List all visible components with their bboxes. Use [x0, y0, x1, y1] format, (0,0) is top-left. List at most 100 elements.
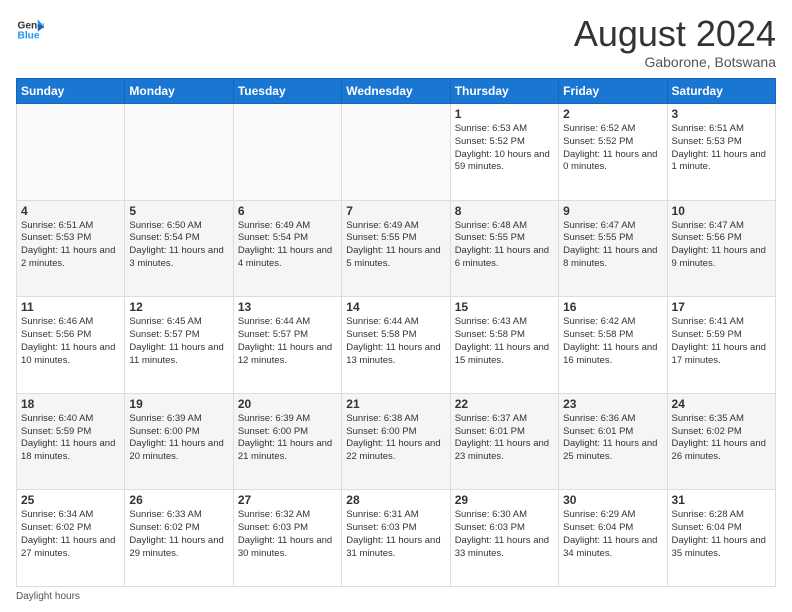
day-info: Sunrise: 6:49 AM Sunset: 5:55 PM Dayligh…: [346, 220, 445, 271]
day-info: Sunrise: 6:35 AM Sunset: 6:02 PM Dayligh…: [672, 413, 771, 464]
day-number: 5: [129, 204, 228, 218]
day-info: Sunrise: 6:30 AM Sunset: 6:03 PM Dayligh…: [455, 509, 554, 560]
calendar-cell: [233, 104, 341, 201]
day-info: Sunrise: 6:46 AM Sunset: 5:56 PM Dayligh…: [21, 316, 120, 367]
calendar-cell: 3 Sunrise: 6:51 AM Sunset: 5:53 PM Daylig…: [667, 104, 775, 201]
day-info: Sunrise: 6:40 AM Sunset: 5:59 PM Dayligh…: [21, 413, 120, 464]
day-info: Sunrise: 6:28 AM Sunset: 6:04 PM Dayligh…: [672, 509, 771, 560]
calendar-cell: 29Sunrise: 6:30 AM Sunset: 6:03 PM Dayli…: [450, 490, 558, 587]
day-number: 9: [563, 204, 662, 218]
day-number: 15: [455, 300, 554, 314]
day-info: Sunrise: 6:44 AM Sunset: 5:58 PM Dayligh…: [346, 316, 445, 367]
calendar-cell: 20 Sunrise: 6:39 AM Sunset: 6:00 PM Dayli…: [233, 393, 341, 490]
day-header-friday: Friday: [559, 79, 667, 104]
day-info: Sunrise: 6:47 AM Sunset: 5:55 PM Dayligh…: [563, 220, 662, 271]
day-info: Sunrise: 6:39 AM Sunset: 6:00 PM Dayligh…: [129, 413, 228, 464]
calendar-table: SundayMondayTuesdayWednesdayThursdayFrid…: [16, 78, 776, 587]
day-number: 3: [672, 107, 771, 121]
day-number: 4: [21, 204, 120, 218]
day-info: Sunrise: 6:51 AM Sunset: 5:53 PM Dayligh…: [672, 123, 771, 174]
day-info: Sunrise: 6:49 AM Sunset: 5:54 PM Dayligh…: [238, 220, 337, 271]
day-header-sunday: Sunday: [17, 79, 125, 104]
calendar-cell: 6 Sunrise: 6:49 AM Sunset: 5:54 PM Daylig…: [233, 200, 341, 297]
day-number: 8: [455, 204, 554, 218]
calendar-cell: 25 Sunrise: 6:34 AM Sunset: 6:02 PM Dayli…: [17, 490, 125, 587]
day-number: 21: [346, 397, 445, 411]
day-info: Sunrise: 6:52 AM Sunset: 5:52 PM Dayligh…: [563, 123, 662, 174]
calendar-cell: 11 Sunrise: 6:46 AM Sunset: 5:56 PM Dayli…: [17, 297, 125, 394]
day-number: 20: [238, 397, 337, 411]
day-info: Sunrise: 6:29 AM Sunset: 6:04 PM Dayligh…: [563, 509, 662, 560]
day-number: 19: [129, 397, 228, 411]
calendar-cell: 24 Sunrise: 6:35 AM Sunset: 6:02 PM Dayli…: [667, 393, 775, 490]
day-number: 1: [455, 107, 554, 121]
calendar-cell: 12 Sunrise: 6:45 AM Sunset: 5:57 PM Dayli…: [125, 297, 233, 394]
calendar-cell: 27Sunrise: 6:32 AM Sunset: 6:03 PM Dayli…: [233, 490, 341, 587]
calendar-cell: 10Sunrise: 6:47 AM Sunset: 5:56 PM Dayli…: [667, 200, 775, 297]
calendar-cell: 30 Sunrise: 6:29 AM Sunset: 6:04 PM Dayli…: [559, 490, 667, 587]
calendar-cell: 18 Sunrise: 6:40 AM Sunset: 5:59 PM Dayli…: [17, 393, 125, 490]
day-number: 16: [563, 300, 662, 314]
calendar-cell: [125, 104, 233, 201]
calendar-cell: 16 Sunrise: 6:42 AM Sunset: 5:58 PM Dayli…: [559, 297, 667, 394]
calendar-week-row: 1Sunrise: 6:53 AM Sunset: 5:52 PM Daylig…: [17, 104, 776, 201]
day-info: Sunrise: 6:42 AM Sunset: 5:58 PM Dayligh…: [563, 316, 662, 367]
calendar-cell: 4Sunrise: 6:51 AM Sunset: 5:53 PM Daylig…: [17, 200, 125, 297]
calendar-cell: 2 Sunrise: 6:52 AM Sunset: 5:52 PM Daylig…: [559, 104, 667, 201]
day-info: Sunrise: 6:39 AM Sunset: 6:00 PM Dayligh…: [238, 413, 337, 464]
calendar-cell: 13 Sunrise: 6:44 AM Sunset: 5:57 PM Dayli…: [233, 297, 341, 394]
day-info: Sunrise: 6:38 AM Sunset: 6:00 PM Dayligh…: [346, 413, 445, 464]
day-number: 6: [238, 204, 337, 218]
day-info: Sunrise: 6:45 AM Sunset: 5:57 PM Dayligh…: [129, 316, 228, 367]
day-number: 30: [563, 493, 662, 507]
calendar-cell: 28Sunrise: 6:31 AM Sunset: 6:03 PM Dayli…: [342, 490, 450, 587]
calendar-cell: 19 Sunrise: 6:39 AM Sunset: 6:00 PM Dayli…: [125, 393, 233, 490]
calendar-week-row: 4Sunrise: 6:51 AM Sunset: 5:53 PM Daylig…: [17, 200, 776, 297]
day-number: 13: [238, 300, 337, 314]
day-info: Sunrise: 6:43 AM Sunset: 5:58 PM Dayligh…: [455, 316, 554, 367]
day-number: 12: [129, 300, 228, 314]
calendar-cell: 23Sunrise: 6:36 AM Sunset: 6:01 PM Dayli…: [559, 393, 667, 490]
day-number: 14: [346, 300, 445, 314]
day-header-saturday: Saturday: [667, 79, 775, 104]
calendar-cell: 21 Sunrise: 6:38 AM Sunset: 6:00 PM Dayli…: [342, 393, 450, 490]
day-header-wednesday: Wednesday: [342, 79, 450, 104]
calendar-cell: 7 Sunrise: 6:49 AM Sunset: 5:55 PM Daylig…: [342, 200, 450, 297]
day-header-monday: Monday: [125, 79, 233, 104]
calendar-week-row: 25 Sunrise: 6:34 AM Sunset: 6:02 PM Dayli…: [17, 490, 776, 587]
day-number: 27: [238, 493, 337, 507]
day-info: Sunrise: 6:50 AM Sunset: 5:54 PM Dayligh…: [129, 220, 228, 271]
day-info: Sunrise: 6:33 AM Sunset: 6:02 PM Dayligh…: [129, 509, 228, 560]
calendar-header-row: SundayMondayTuesdayWednesdayThursdayFrid…: [17, 79, 776, 104]
day-number: 18: [21, 397, 120, 411]
day-info: Sunrise: 6:34 AM Sunset: 6:02 PM Dayligh…: [21, 509, 120, 560]
calendar-cell: 1Sunrise: 6:53 AM Sunset: 5:52 PM Daylig…: [450, 104, 558, 201]
calendar-cell: [342, 104, 450, 201]
calendar-week-row: 18 Sunrise: 6:40 AM Sunset: 5:59 PM Dayli…: [17, 393, 776, 490]
calendar-cell: 22Sunrise: 6:37 AM Sunset: 6:01 PM Dayli…: [450, 393, 558, 490]
calendar-cell: 31 Sunrise: 6:28 AM Sunset: 6:04 PM Dayli…: [667, 490, 775, 587]
day-number: 2: [563, 107, 662, 121]
day-number: 7: [346, 204, 445, 218]
day-number: 24: [672, 397, 771, 411]
calendar-cell: 15 Sunrise: 6:43 AM Sunset: 5:58 PM Dayli…: [450, 297, 558, 394]
day-number: 26: [129, 493, 228, 507]
calendar-cell: 14 Sunrise: 6:44 AM Sunset: 5:58 PM Dayli…: [342, 297, 450, 394]
calendar-cell: 8 Sunrise: 6:48 AM Sunset: 5:55 PM Daylig…: [450, 200, 558, 297]
svg-text:Blue: Blue: [18, 31, 40, 42]
day-header-tuesday: Tuesday: [233, 79, 341, 104]
logo-icon: General Blue: [16, 16, 44, 44]
page: General Blue August 2024 Gaborone, Botsw…: [0, 0, 792, 612]
day-number: 22: [455, 397, 554, 411]
calendar-cell: 5 Sunrise: 6:50 AM Sunset: 5:54 PM Daylig…: [125, 200, 233, 297]
day-number: 25: [21, 493, 120, 507]
calendar-week-row: 11 Sunrise: 6:46 AM Sunset: 5:56 PM Dayli…: [17, 297, 776, 394]
logo: General Blue: [16, 16, 44, 44]
day-number: 23: [563, 397, 662, 411]
day-number: 31: [672, 493, 771, 507]
location-subtitle: Gaborone, Botswana: [574, 54, 776, 70]
day-info: Sunrise: 6:48 AM Sunset: 5:55 PM Dayligh…: [455, 220, 554, 271]
day-number: 11: [21, 300, 120, 314]
calendar-cell: [17, 104, 125, 201]
day-info: Sunrise: 6:44 AM Sunset: 5:57 PM Dayligh…: [238, 316, 337, 367]
